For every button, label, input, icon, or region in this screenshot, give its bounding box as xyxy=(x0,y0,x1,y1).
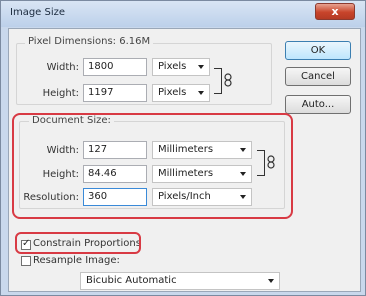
chain-link-icon xyxy=(224,73,232,87)
ok-button[interactable]: OK xyxy=(285,41,351,60)
pixel-height-unit-select[interactable]: Pixels xyxy=(152,84,210,102)
pixel-height-input[interactable]: 1197 xyxy=(83,84,147,102)
pixel-width-unit-select[interactable]: Pixels xyxy=(152,58,210,76)
cancel-button[interactable]: Cancel xyxy=(285,67,351,86)
chevron-down-icon xyxy=(198,65,204,69)
document-size-highlight xyxy=(12,113,293,219)
pixel-height-label: Height: xyxy=(42,88,79,99)
pixel-width-input[interactable]: 1800 xyxy=(83,58,147,76)
title-bar[interactable]: Image Size x xyxy=(1,1,365,27)
chevron-down-icon xyxy=(268,279,274,283)
auto-button[interactable]: Auto... xyxy=(285,95,351,114)
pixel-width-label: Width: xyxy=(46,62,79,73)
pixel-width-unit-value: Pixels xyxy=(158,61,187,72)
constrain-proportions-highlight xyxy=(15,232,141,254)
resample-method-value: Bicubic Automatic xyxy=(86,275,177,286)
pixel-height-unit-value: Pixels xyxy=(158,87,187,98)
chevron-down-icon xyxy=(198,91,204,95)
pixel-dimensions-legend: Pixel Dimensions: 6.16M xyxy=(25,36,154,47)
image-size-dialog: Image Size x Pixel Dimensions: 6.16M Wid… xyxy=(0,0,366,296)
close-icon: x xyxy=(331,5,339,18)
resample-image-checkbox[interactable] xyxy=(21,256,31,266)
resample-image-label[interactable]: Resample Image: xyxy=(33,255,120,266)
resample-method-select[interactable]: Bicubic Automatic xyxy=(80,272,280,290)
dialog-body: Pixel Dimensions: 6.16M Width: 1800 Pixe… xyxy=(8,28,361,292)
close-button[interactable]: x xyxy=(315,3,355,20)
pixel-link-bracket xyxy=(214,68,222,94)
dialog-title: Image Size xyxy=(10,7,66,18)
